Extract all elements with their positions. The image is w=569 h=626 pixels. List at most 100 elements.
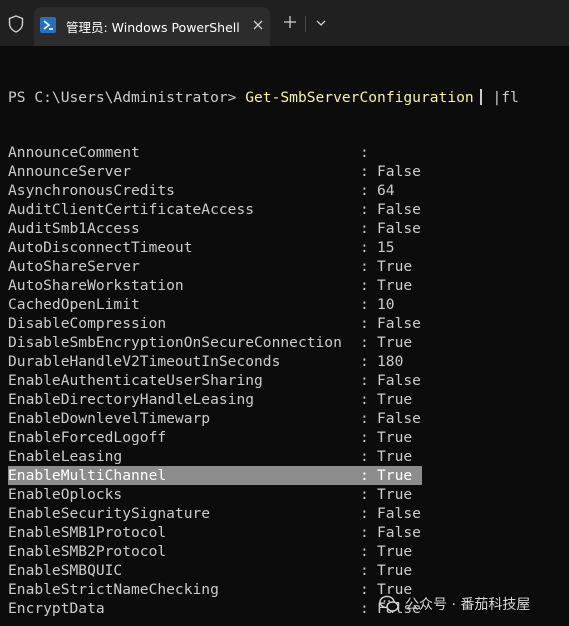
property-value: True [377,562,413,579]
output-row: AutoDisconnectTimeout:15 [0,238,569,257]
property-separator: : [360,562,369,579]
property-value: False [377,524,421,541]
property-separator: : [360,277,369,294]
property-separator: : [360,581,369,598]
plus-icon[interactable] [283,15,297,29]
property-value: True [377,429,413,446]
property-separator: : [360,391,369,408]
property-separator: : [360,543,369,560]
property-value: False [377,372,421,389]
property-name: EnableForcedLogoff [8,429,167,446]
property-separator: : [360,372,369,389]
output-row: AuditSmb1Access: False [0,219,569,238]
property-separator: : [360,220,369,237]
tab-title: 管理员: Windows PowerShell [66,20,240,35]
tab-powershell[interactable]: 管理员: Windows PowerShell [34,7,270,46]
property-name: EnableAuthenticateUserSharing [8,372,263,389]
property-separator: : [360,144,369,161]
property-name: EnableDirectoryHandleLeasing [8,391,255,408]
property-name: AutoDisconnectTimeout [8,239,193,256]
property-value: True [377,448,413,465]
output-list: AnnounceComment: AnnounceServer: False Asyn… [0,143,569,618]
wechat-logo-icon [379,595,399,612]
property-separator: : [360,201,369,218]
property-value: True [377,334,413,351]
output-row: DurableHandleV2TimeoutInSeconds:180 [0,352,569,371]
property-value: True [377,467,413,484]
property-name: DisableSmbEncryptionOnSecureConnection [8,334,342,351]
property-separator: : [360,334,369,351]
output-row: EnableAuthenticateUserSharing: False [0,371,569,390]
output-row-selected: EnableMultiChannel: True [0,466,569,485]
chevron-down-icon[interactable] [315,18,327,28]
shield-icon [8,15,24,33]
property-name: EncryptData [8,600,105,617]
output-row: DisableCompression: False [0,314,569,333]
property-value: 64 [377,182,395,199]
pipe-text: |fl [483,89,519,106]
watermark: 公众号 · 番茄科技屋 [375,593,536,615]
property-separator: : [360,448,369,465]
output-row: AnnounceComment: [0,143,569,162]
property-name: AnnounceComment [8,144,140,161]
property-name: AnnounceServer [8,163,132,180]
output-row: EnableDownlevelTimewarp: False [0,409,569,428]
property-separator: : [360,410,369,427]
output-row: AutoShareWorkstation: True [0,276,569,295]
property-name: EnableStrictNameChecking [8,581,219,598]
property-separator: : [360,600,369,617]
property-value: False [377,410,421,427]
property-separator: : [360,353,369,370]
property-separator: : [360,163,369,180]
property-separator: : [360,467,369,484]
property-separator: : [360,296,369,313]
watermark-text: 公众号 · 番茄科技屋 [405,597,531,613]
property-value: False [377,505,421,522]
close-icon[interactable] [252,19,264,31]
property-value: True [377,486,413,503]
property-name: CachedOpenLimit [8,296,140,313]
output-row: AnnounceServer: False [0,162,569,181]
property-value: True [377,543,413,560]
output-row: EnableDirectoryHandleLeasing: True [0,390,569,409]
output-row: AuditClientCertificateAccess: False [0,200,569,219]
property-separator: : [360,524,369,541]
property-name: DurableHandleV2TimeoutInSeconds [8,353,281,370]
property-value: False [377,201,421,218]
property-name: AutoShareServer [8,258,140,275]
property-value: 10 [377,296,395,313]
property-name: AuditClientCertificateAccess [8,201,255,218]
property-value: True [377,277,413,294]
property-value: 180 [377,353,404,370]
command-line: PS C:\Users\Administrator> Get-SmbServer… [8,88,519,107]
prompt-text: PS C:\Users\Administrator> [8,89,246,106]
property-value: False [377,163,421,180]
output-row: AsynchronousCredits:64 [0,181,569,200]
property-name: EnableMultiChannel [8,467,167,484]
output-row: CachedOpenLimit:10 [0,295,569,314]
property-value: True [377,258,413,275]
property-separator: : [360,429,369,446]
property-separator: : [360,182,369,199]
property-name: EnableSMBQUIC [8,562,123,579]
output-row: EnableLeasing: True [0,447,569,466]
title-bar: 管理员: Windows PowerShell [0,0,569,46]
property-name: EnableSecuritySignature [8,505,211,522]
output-row: EnableSecuritySignature: False [0,504,569,523]
property-name: EnableOplocks [8,486,123,503]
terminal-output[interactable]: PS C:\Users\Administrator> Get-SmbServer… [0,46,569,626]
property-separator: : [360,315,369,332]
property-value: False [377,315,421,332]
property-separator: : [360,239,369,256]
property-separator: : [360,486,369,503]
text-cursor [479,89,482,105]
property-name: EnableSMB2Protocol [8,543,167,560]
output-row: EnableSMBQUIC: True [0,561,569,580]
property-value: 15 [377,239,395,256]
property-value: False [377,220,421,237]
output-row: EnableSMB1Protocol: False [0,523,569,542]
tab-divider [305,16,306,32]
property-separator: : [360,505,369,522]
command-text: Get-SmbServerConfiguration [245,89,474,106]
property-separator: : [360,258,369,275]
